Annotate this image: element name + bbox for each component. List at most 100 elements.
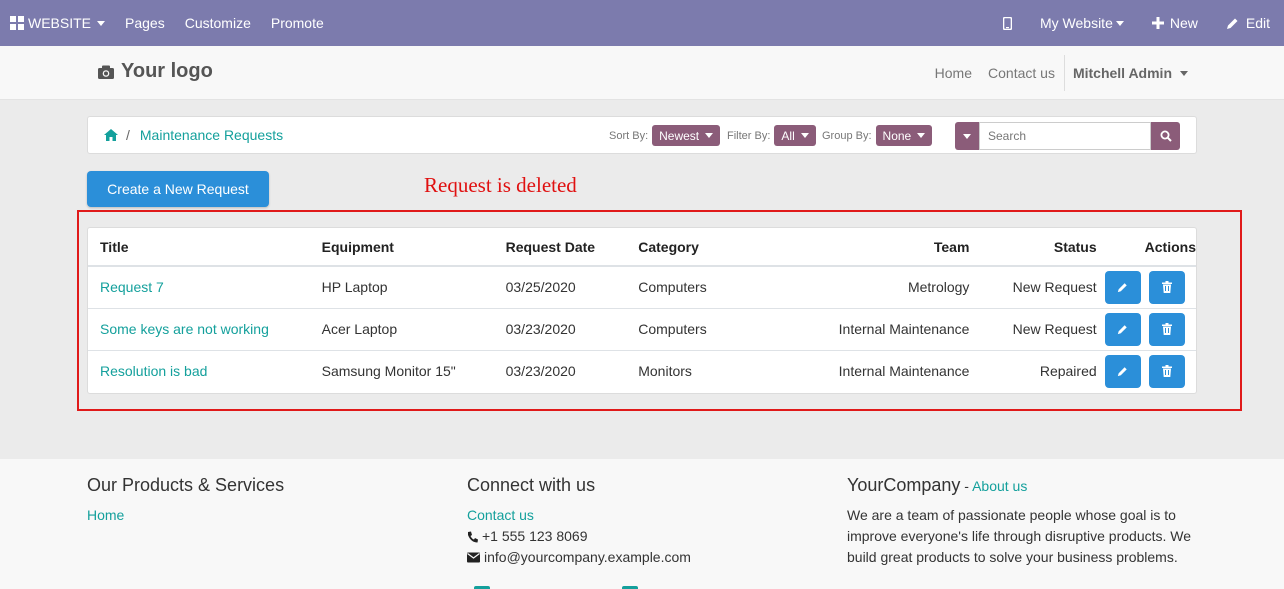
team-cell: Internal Maintenance (757, 349, 970, 392)
footer-connect-column: Connect with us Contact us +1 555 123 80… (467, 475, 691, 568)
column-header-request-date[interactable]: Request Date (505, 228, 639, 267)
group-value: None (882, 128, 912, 143)
footer-phone: +1 555 123 8069 (467, 526, 691, 547)
admin-bar: WEBSITE Pages Customize Promote My Websi… (0, 0, 1284, 46)
create-new-request-button[interactable]: Create a New Request (87, 171, 269, 207)
edit-request-button[interactable] (1104, 312, 1141, 346)
website-menu[interactable]: WEBSITE (10, 0, 106, 46)
phone-icon (468, 531, 478, 542)
table-row: Some keys are not working Acer Laptop 03… (88, 307, 1196, 350)
chevron-down-icon (705, 133, 714, 138)
requests-table-container: Title Equipment Request Date Category Te… (87, 227, 1197, 394)
delete-request-button[interactable] (1148, 270, 1185, 304)
group-dropdown[interactable]: None (875, 125, 933, 146)
apps-grid-icon (10, 16, 24, 30)
chevron-down-icon (800, 133, 809, 138)
my-website-menu[interactable]: My Website (1040, 0, 1124, 46)
equipment-cell: HP Laptop (321, 279, 388, 296)
customize-menu[interactable]: Customize (185, 0, 251, 46)
sort-value: Newest (659, 128, 700, 143)
search-options-dropdown[interactable] (955, 122, 979, 150)
mobile-preview-button[interactable] (1002, 0, 1012, 46)
search-icon (1160, 130, 1172, 142)
site-header: Your logo Home Contact us Mitchell Admin (0, 46, 1284, 100)
edit-label: Edit (1245, 15, 1270, 31)
website-menu-label: WEBSITE (28, 15, 92, 31)
pencil-icon (1118, 283, 1127, 292)
column-header-team[interactable]: Team (757, 228, 970, 267)
footer-about-link[interactable]: About us (972, 478, 1027, 494)
new-button[interactable]: New (1151, 0, 1198, 46)
request-date-cell: 03/23/2020 (505, 349, 639, 392)
delete-request-button[interactable] (1148, 354, 1185, 388)
mobile-icon (1002, 16, 1012, 30)
chevron-down-icon (963, 133, 971, 139)
user-menu[interactable]: Mitchell Admin (1063, 55, 1188, 91)
footer-about-column: YourCompany - About us We are a team of … (847, 475, 1197, 568)
equipment-cell: Acer Laptop (321, 307, 506, 350)
table-row: Request 7 HP Laptop 03/25/2020 Computers… (88, 266, 1196, 308)
filter-label: Filter By: (727, 129, 771, 142)
table-row: Resolution is bad Samsung Monitor 15" 03… (88, 349, 1196, 392)
envelope-icon (467, 552, 480, 563)
team-cell: Internal Maintenance (757, 307, 970, 350)
status-cell: New Request (1012, 279, 1097, 296)
column-header-equipment[interactable]: Equipment (321, 228, 506, 267)
chevron-down-icon (917, 133, 926, 138)
footer-about-title: YourCompany - About us (847, 475, 1197, 496)
group-by: Group By: None (822, 125, 933, 146)
footer-connect-title: Connect with us (467, 475, 596, 495)
footer-contact-link[interactable]: Contact us (467, 505, 534, 526)
group-label: Group By: (822, 129, 872, 142)
footer-products-column: Our Products & Services Home (87, 475, 284, 526)
category-cell: Computers (638, 279, 707, 296)
footer-email: info@yourcompany.example.com (467, 547, 691, 568)
request-title-link[interactable]: Request 7 (88, 266, 322, 308)
logo-text: Your logo (121, 60, 213, 82)
home-icon[interactable] (104, 129, 118, 141)
search-button[interactable] (1151, 122, 1180, 150)
pencil-icon (1118, 367, 1127, 376)
request-title-link[interactable]: Resolution is bad (88, 349, 322, 392)
edit-button[interactable]: Edit (1226, 0, 1270, 46)
trash-icon (1161, 365, 1172, 378)
breadcrumb-separator: / (126, 127, 130, 143)
site-logo[interactable]: Your logo (97, 60, 213, 83)
column-header-category[interactable]: Category (638, 228, 758, 267)
column-header-title[interactable]: Title (88, 228, 322, 267)
breadcrumb-current[interactable]: Maintenance Requests (140, 127, 283, 143)
delete-request-button[interactable] (1148, 312, 1185, 346)
edit-request-button[interactable] (1104, 270, 1141, 304)
promote-menu[interactable]: Promote (271, 0, 324, 46)
column-header-actions: Actions (1096, 228, 1196, 267)
request-title-link[interactable]: Some keys are not working (88, 307, 322, 350)
filter-by: Filter By: All (727, 125, 816, 146)
category-cell: Monitors (638, 349, 758, 392)
nav-home[interactable]: Home (935, 65, 972, 81)
requests-table: Title Equipment Request Date Category Te… (88, 228, 1196, 392)
footer-products-title: Our Products & Services (87, 475, 285, 495)
chevron-down-icon (97, 20, 106, 26)
main-nav: Home Contact us Mitchell Admin (935, 46, 1188, 100)
pencil-icon (1118, 324, 1127, 334)
deleted-annotation: Request is deleted (424, 173, 577, 197)
footer-company-name: YourCompany (847, 475, 961, 495)
status-cell: New Request (969, 307, 1097, 350)
sort-filter: Sort By: Newest (609, 125, 721, 146)
request-date-cell: 03/25/2020 (505, 279, 576, 296)
edit-request-button[interactable] (1104, 354, 1141, 388)
trash-icon (1161, 323, 1172, 335)
sort-dropdown[interactable]: Newest (652, 125, 721, 146)
pages-menu[interactable]: Pages (125, 0, 165, 46)
filter-dropdown[interactable]: All (774, 125, 816, 146)
search-input[interactable] (979, 122, 1151, 150)
column-header-status[interactable]: Status (969, 228, 1097, 267)
footer-home-link[interactable]: Home (87, 505, 124, 526)
trash-icon (1161, 281, 1172, 294)
chevron-down-icon (1115, 20, 1124, 26)
table-header-row: Title Equipment Request Date Category Te… (88, 228, 1196, 267)
plus-icon (1151, 17, 1164, 29)
request-date-cell: 03/23/2020 (505, 307, 639, 350)
search-group (955, 122, 1180, 150)
nav-contact-us[interactable]: Contact us (988, 65, 1055, 81)
